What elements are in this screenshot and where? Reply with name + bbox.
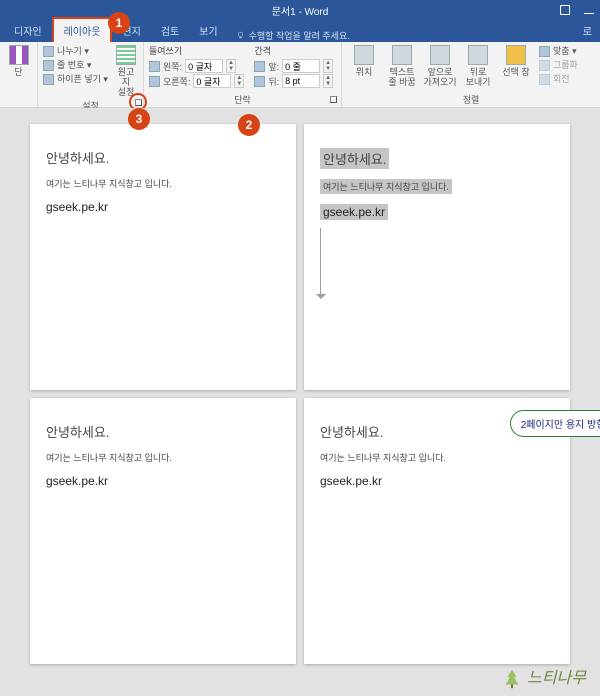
position-button[interactable]: 위치 (347, 45, 381, 77)
spacing-after[interactable]: 뒤: ▲▼ (254, 74, 333, 88)
indent-right-input[interactable] (193, 74, 231, 88)
page-3[interactable]: 안녕하세요. 여기는 느티나무 지식창고 입니다. gseek.pe.kr (30, 398, 296, 664)
page-heading: 안녕하세요. (46, 148, 280, 167)
ribbon: 단 나누기 ▾ 줄 번호 ▾ 하이픈 넣기 ▾ 원고지 설정 설정 들여쓰기 (0, 42, 600, 108)
rotate-button[interactable]: 회전 (539, 73, 578, 86)
callout-1: 1 (108, 12, 130, 34)
manuscript-button[interactable]: 원고지 설정 (114, 45, 138, 97)
tab-layout[interactable]: 레이아웃 (52, 17, 113, 42)
ribbon-display-icon[interactable] (560, 5, 570, 15)
group-paragraph: 들여쓰기 왼쪽: ▲▼ 오른쪽: ▲▼ 간격 앞: (144, 42, 342, 107)
tell-me-label: 수행할 작업을 알려 주세요. (249, 29, 350, 42)
page-grid: 안녕하세요. 여기는 느티나무 지식창고 입니다. gseek.pe.kr 안녕… (30, 124, 570, 664)
annotation-speech-bubble: 2페이지만 용지 방향을 가로로 (510, 410, 600, 437)
spacing-before[interactable]: 앞: ▲▼ (254, 59, 333, 73)
tab-view[interactable]: 보기 (189, 19, 227, 42)
bring-forward-button[interactable]: 앞으로 가져오기 (423, 45, 457, 87)
indent-left[interactable]: 왼쪽: ▲▼ (149, 59, 244, 73)
arrange-group-label: 정렬 (347, 91, 595, 106)
window-controls (560, 5, 594, 15)
page-heading: 안녕하세요. (46, 422, 280, 441)
spinner[interactable]: ▲▼ (323, 74, 333, 88)
page-url: gseek.pe.kr (46, 474, 280, 488)
page-heading: 안녕하세요. (320, 148, 389, 169)
tab-review[interactable]: 검토 (151, 19, 189, 42)
page-body: 여기는 느티나무 지식창고 입니다. (46, 451, 280, 464)
selection-pane-icon (506, 45, 526, 65)
page-2[interactable]: 안녕하세요. 여기는 느티나무 지식창고 입니다. gseek.pe.kr (304, 124, 570, 390)
wrap-text-button[interactable]: 텍스트 줄 바꿈 (385, 45, 419, 87)
hyphenation-button[interactable]: 하이픈 넣기 ▾ (43, 73, 108, 86)
page-1[interactable]: 안녕하세요. 여기는 느티나무 지식창고 입니다. gseek.pe.kr (30, 124, 296, 390)
hyphenation-icon (43, 74, 54, 85)
columns-icon (9, 45, 29, 65)
document-canvas: 2 안녕하세요. 여기는 느티나무 지식창고 입니다. gseek.pe.kr … (0, 108, 600, 696)
group-icon (539, 60, 550, 71)
page-4[interactable]: 안녕하세요. 여기는 느티나무 지식창고 입니다. gseek.pe.kr (304, 398, 570, 664)
tab-design[interactable]: 디자인 (4, 19, 52, 42)
spacing-label: 간격 (254, 45, 333, 58)
columns-label: 단 (14, 67, 22, 77)
group-objects-button[interactable]: 그룹화 (539, 59, 578, 72)
line-numbers-button[interactable]: 줄 번호 ▾ (43, 59, 108, 72)
group-columns: 단 (0, 42, 38, 107)
callout-3: 3 (128, 108, 150, 130)
spacing-after-input[interactable] (282, 74, 320, 88)
cursor-arrow-icon (320, 228, 321, 298)
group-arrange: 위치 텍스트 줄 바꿈 앞으로 가져오기 뒤로 보내기 선택 창 맞춤 ▾ 그룹… (342, 42, 600, 107)
indent-right[interactable]: 오른쪽: ▲▼ (149, 74, 244, 88)
rotate-icon (539, 74, 550, 85)
bring-forward-icon (430, 45, 450, 65)
send-backward-button[interactable]: 뒤로 보내기 (461, 45, 495, 87)
spinner[interactable]: ▲▼ (226, 59, 236, 73)
page-url: gseek.pe.kr (320, 474, 554, 488)
spacing-before-input[interactable] (282, 59, 320, 73)
spinner[interactable]: ▲▼ (323, 59, 333, 73)
signin-hint[interactable]: 로 (573, 19, 600, 42)
lightbulb-icon (236, 31, 245, 40)
breaks-button[interactable]: 나누기 ▾ (43, 45, 108, 58)
ribbon-tabs: 디자인 레이아웃 편지 검토 보기 수행할 작업을 알려 주세요. 로 (0, 20, 600, 42)
tree-icon (501, 668, 523, 690)
position-icon (354, 45, 374, 65)
callout-2: 2 (238, 114, 260, 136)
spacing-before-icon (254, 61, 265, 72)
spinner[interactable]: ▲▼ (234, 74, 244, 88)
columns-button[interactable]: 단 (5, 45, 32, 77)
indent-right-icon (149, 76, 160, 87)
indent-label: 들여쓰기 (149, 45, 244, 58)
page-body: 여기는 느티나무 지식창고 입니다. (46, 177, 280, 190)
align-icon (539, 46, 550, 57)
align-button[interactable]: 맞춤 ▾ (539, 45, 578, 58)
indent-left-input[interactable] (185, 59, 223, 73)
window-title: 문서1 - Word (272, 3, 329, 18)
paragraph-launcher[interactable] (327, 93, 339, 105)
selection-pane-button[interactable]: 선택 창 (499, 45, 533, 77)
spacing-after-icon (254, 76, 265, 87)
line-numbers-icon (43, 60, 54, 71)
page-body: 여기는 느티나무 지식창고 입니다. (320, 179, 452, 194)
indent-left-icon (149, 61, 160, 72)
send-backward-icon (468, 45, 488, 65)
manuscript-icon (116, 45, 136, 65)
page-body: 여기는 느티나무 지식창고 입니다. (320, 451, 554, 464)
watermark: 느티나무 (501, 664, 586, 690)
group-page-setup: 나누기 ▾ 줄 번호 ▾ 하이픈 넣기 ▾ 원고지 설정 설정 (38, 42, 144, 107)
minimize-icon[interactable] (584, 13, 594, 14)
tell-me-search[interactable]: 수행할 작업을 알려 주세요. (228, 29, 350, 42)
wrap-text-icon (392, 45, 412, 65)
breaks-icon (43, 46, 54, 57)
page-url: gseek.pe.kr (320, 204, 388, 220)
page-url: gseek.pe.kr (46, 200, 280, 214)
paragraph-group-label: 단락 (149, 91, 336, 106)
